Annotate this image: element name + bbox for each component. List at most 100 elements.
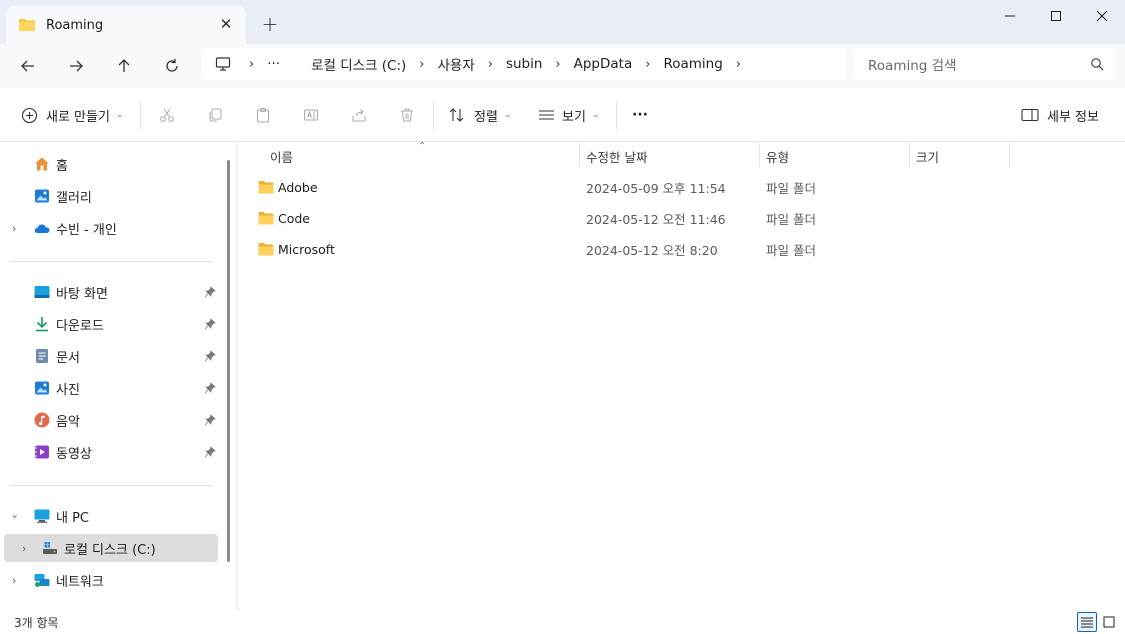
picture-icon bbox=[35, 381, 49, 395]
chevron-right-icon[interactable]: › bbox=[12, 222, 16, 235]
navigation-pane: 홈 갤러리 › 수빈 - 개인 바탕 화면 다운로드 문서 사진 음악 동영상 bbox=[0, 143, 236, 610]
cut-icon[interactable] bbox=[157, 105, 177, 125]
share-icon[interactable] bbox=[349, 105, 369, 125]
tab-title: Roaming bbox=[46, 17, 104, 33]
sidebar-label: 홈 bbox=[56, 158, 68, 174]
breadcrumb-subin[interactable]: subin bbox=[506, 56, 542, 72]
refresh-button[interactable] bbox=[156, 52, 188, 80]
sidebar-item-local-disk[interactable]: › 로컬 디스크 (C:) bbox=[4, 534, 218, 562]
rename-icon[interactable] bbox=[301, 105, 321, 125]
divider bbox=[616, 101, 617, 129]
details-pane-button[interactable]: 세부 정보 bbox=[1021, 103, 1099, 127]
search-input[interactable]: Roaming 검색 bbox=[868, 54, 956, 74]
address-bar[interactable]: › ··· 로컬 디스크 (C:) › 사용자 › subin › AppDat… bbox=[202, 48, 845, 80]
chevron-down-icon[interactable]: › bbox=[9, 514, 22, 518]
pin-icon[interactable] bbox=[204, 318, 216, 330]
table-row[interactable]: Microsoft 2024-05-12 오전 8:20 파일 폴더 bbox=[252, 235, 1112, 263]
pin-icon[interactable] bbox=[204, 382, 216, 394]
file-type: 파일 폴더 bbox=[766, 242, 816, 258]
sidebar-label: 사진 bbox=[56, 382, 80, 398]
more-options-button[interactable]: ··· bbox=[632, 103, 648, 127]
copy-icon[interactable] bbox=[205, 105, 225, 125]
sidebar-item-downloads[interactable]: 다운로드 bbox=[4, 310, 218, 338]
minimize-icon bbox=[1005, 15, 1015, 17]
sidebar-item-network[interactable]: › 네트워크 bbox=[4, 566, 218, 594]
sidebar-item-this-pc[interactable]: › 내 PC bbox=[4, 502, 218, 530]
column-header-type[interactable]: 유형 bbox=[766, 143, 789, 169]
tiles-view-button[interactable] bbox=[1099, 612, 1119, 632]
breadcrumb-overflow[interactable]: ··· bbox=[267, 56, 280, 72]
arrow-left-icon bbox=[21, 60, 34, 72]
maximize-button[interactable] bbox=[1033, 0, 1079, 32]
column-header-size[interactable]: 크기 bbox=[916, 143, 939, 169]
drive-icon bbox=[43, 542, 57, 554]
details-view-button[interactable] bbox=[1077, 612, 1097, 632]
file-name: Adobe bbox=[278, 179, 318, 195]
new-label: 새로 만들기 bbox=[46, 109, 110, 125]
column-divider[interactable] bbox=[579, 143, 580, 167]
breadcrumb-appdata[interactable]: AppData bbox=[574, 56, 633, 72]
sidebar-item-videos[interactable]: 동영상 bbox=[4, 438, 218, 466]
sidebar-item-documents[interactable]: 문서 bbox=[4, 342, 218, 370]
sort-icon bbox=[449, 108, 464, 122]
chevron-right-icon[interactable]: › bbox=[488, 57, 493, 72]
view-button[interactable]: 보기 ⌄ bbox=[538, 103, 599, 127]
column-divider[interactable] bbox=[1009, 143, 1010, 167]
close-window-button[interactable] bbox=[1079, 0, 1125, 32]
pin-icon[interactable] bbox=[204, 286, 216, 298]
table-row[interactable]: Adobe 2024-05-09 오후 11:54 파일 폴더 bbox=[252, 173, 1112, 201]
plus-circle-icon bbox=[21, 107, 38, 123]
forward-button[interactable] bbox=[60, 52, 92, 80]
minimize-button[interactable] bbox=[987, 0, 1033, 32]
file-type: 파일 폴더 bbox=[766, 211, 816, 227]
item-count: 3개 항목 bbox=[14, 616, 59, 630]
sidebar-scrollbar[interactable] bbox=[227, 160, 230, 562]
details-label: 세부 정보 bbox=[1047, 109, 1099, 125]
chevron-right-icon[interactable]: › bbox=[555, 57, 560, 72]
pin-icon[interactable] bbox=[204, 350, 216, 362]
sidebar-item-onedrive[interactable]: › 수빈 - 개인 bbox=[4, 214, 218, 242]
pin-icon[interactable] bbox=[204, 414, 216, 426]
chevron-right-icon[interactable]: › bbox=[12, 574, 16, 587]
delete-icon[interactable] bbox=[397, 105, 417, 125]
sidebar-label: 네트워크 bbox=[56, 574, 104, 590]
close-tab-icon[interactable]: ✕ bbox=[216, 14, 236, 34]
tab-roaming[interactable]: Roaming ✕ bbox=[6, 6, 246, 44]
sidebar-label: 바탕 화면 bbox=[56, 286, 108, 302]
column-divider[interactable] bbox=[909, 143, 910, 167]
up-button[interactable] bbox=[108, 52, 140, 80]
column-header-modified[interactable]: 수정한 날짜 bbox=[586, 143, 647, 169]
breadcrumb-local-disk[interactable]: 로컬 디스크 (C:) bbox=[311, 54, 406, 74]
close-icon bbox=[1096, 10, 1108, 22]
sidebar-label: 수빈 - 개인 bbox=[56, 222, 117, 238]
sidebar-item-pictures[interactable]: 사진 bbox=[4, 374, 218, 402]
chevron-right-icon[interactable]: › bbox=[22, 542, 26, 555]
chevron-right-icon[interactable]: › bbox=[249, 57, 254, 72]
search-box[interactable]: Roaming 검색 bbox=[853, 48, 1116, 80]
sidebar-label: 음악 bbox=[56, 414, 80, 430]
breadcrumb-users[interactable]: 사용자 bbox=[437, 54, 474, 74]
chevron-right-icon[interactable]: › bbox=[645, 57, 650, 72]
chevron-right-icon[interactable]: › bbox=[419, 57, 424, 72]
column-divider[interactable] bbox=[759, 143, 760, 167]
address-row: › ··· 로컬 디스크 (C:) › 사용자 › subin › AppDat… bbox=[0, 44, 1125, 88]
sidebar-item-desktop[interactable]: 바탕 화면 bbox=[4, 278, 218, 306]
chevron-down-icon: ⌄ bbox=[591, 110, 600, 120]
back-button[interactable] bbox=[12, 52, 44, 80]
chevron-right-icon[interactable]: › bbox=[736, 57, 741, 72]
new-button[interactable]: 새로 만들기 ⌄ bbox=[21, 103, 123, 127]
paste-icon[interactable] bbox=[253, 105, 273, 125]
sidebar-item-home[interactable]: 홈 bbox=[4, 150, 218, 178]
sort-button[interactable]: 정렬 ⌄ bbox=[449, 103, 511, 127]
sidebar-item-music[interactable]: 음악 bbox=[4, 406, 218, 434]
table-row[interactable]: Code 2024-05-12 오전 11:46 파일 폴더 bbox=[252, 204, 1112, 232]
column-header-name[interactable]: 이름 bbox=[270, 143, 293, 169]
pin-icon[interactable] bbox=[204, 446, 216, 458]
computer-icon bbox=[34, 509, 50, 523]
sort-ascending-icon: ⌃ bbox=[418, 141, 427, 152]
new-tab-button[interactable]: + bbox=[258, 12, 282, 36]
breadcrumb-roaming[interactable]: Roaming bbox=[663, 56, 722, 72]
sort-label: 정렬 bbox=[474, 109, 498, 125]
sidebar-label: 문서 bbox=[56, 350, 80, 366]
sidebar-item-gallery[interactable]: 갤러리 bbox=[4, 182, 218, 210]
